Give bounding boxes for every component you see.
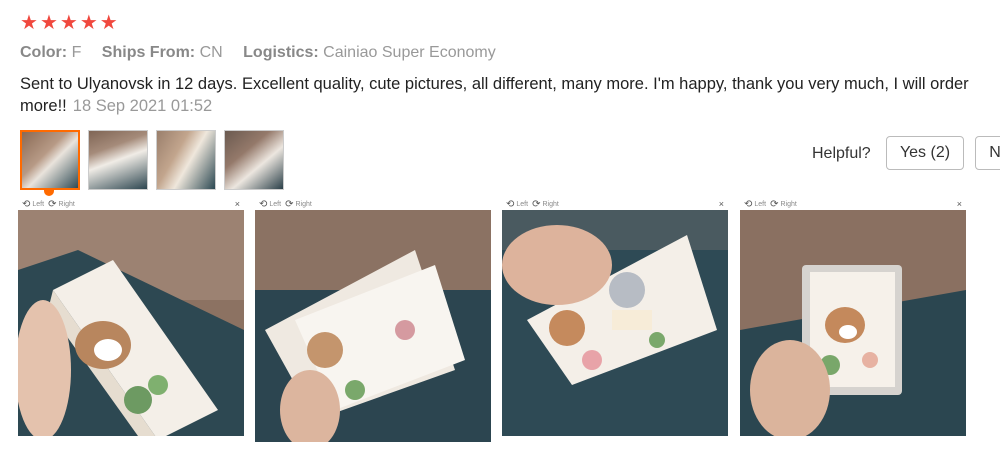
- logistics-label: Logistics:: [243, 44, 319, 61]
- close-icon[interactable]: ×: [235, 199, 240, 209]
- rotate-left-label: Left: [269, 200, 282, 208]
- photo-thumbnails: [20, 130, 284, 190]
- viewer-toolbar: ⟲ Left ⟳ Right ×: [18, 198, 244, 210]
- rotate-right-icon: ⟳: [770, 198, 779, 210]
- review-photo-4[interactable]: [740, 210, 966, 436]
- ships-from-value: CN: [199, 44, 223, 61]
- rotate-left-icon: ⟲: [506, 198, 515, 210]
- rotate-left-label: Left: [32, 200, 45, 208]
- review-photo-3[interactable]: [502, 210, 728, 436]
- star-icon: ★: [59, 12, 78, 34]
- helpful-yes-button[interactable]: Yes (2): [886, 136, 964, 170]
- logistics-value: Cainiao Super Economy: [323, 44, 496, 61]
- rotate-left-icon: ⟲: [259, 198, 268, 210]
- viewer-toolbar: ⟲ Left ⟳ Right: [255, 198, 491, 210]
- review-body: Sent to Ulyanovsk in 12 days. Excellent …: [20, 73, 980, 117]
- ships-from-label: Ships From:: [101, 44, 196, 61]
- rotate-left-control[interactable]: ⟲ Left: [744, 199, 766, 210]
- image-viewer-3: ⟲ Left ⟳ Right ×: [502, 198, 728, 438]
- review-photo-1[interactable]: [18, 210, 244, 436]
- rotate-left-control[interactable]: ⟲ Left: [259, 199, 281, 210]
- thumbnail-1[interactable]: [20, 130, 80, 190]
- rotate-left-control[interactable]: ⟲ Left: [22, 199, 44, 210]
- star-icon: ★: [99, 12, 118, 34]
- thumbnail-2[interactable]: [88, 130, 148, 190]
- image-viewer-4: ⟲ Left ⟳ Right ×: [740, 198, 966, 438]
- active-thumbnail-indicator: [44, 190, 54, 196]
- rotate-right-label: Right: [58, 200, 75, 208]
- rotate-right-label: Right: [295, 200, 312, 208]
- rating-stars: ★ ★ ★ ★ ★: [20, 12, 118, 34]
- rotate-right-icon: ⟳: [532, 198, 541, 210]
- thumbnail-4[interactable]: [224, 130, 284, 190]
- color-label: Color:: [20, 44, 68, 61]
- helpful-no-button[interactable]: N: [975, 136, 1000, 170]
- rotate-left-control[interactable]: ⟲ Left: [506, 199, 528, 210]
- color-value: F: [71, 44, 82, 61]
- rotate-left-icon: ⟲: [744, 198, 753, 210]
- review-meta: Color: F Ships From: CN Logistics: Caini…: [20, 44, 512, 62]
- close-icon[interactable]: ×: [719, 199, 724, 209]
- thumbnail-3[interactable]: [156, 130, 216, 190]
- rotate-left-icon: ⟲: [22, 198, 31, 210]
- rotate-left-label: Left: [516, 200, 529, 208]
- review-photo-2[interactable]: [255, 210, 491, 442]
- rotate-right-control[interactable]: ⟳ Right: [48, 199, 75, 210]
- rotate-right-control[interactable]: ⟳ Right: [285, 199, 312, 210]
- rotate-right-icon: ⟳: [48, 198, 57, 210]
- image-viewer-1: ⟲ Left ⟳ Right ×: [18, 198, 244, 438]
- helpful-label: Helpful?: [812, 145, 871, 162]
- star-icon: ★: [79, 12, 98, 34]
- close-icon[interactable]: ×: [957, 199, 962, 209]
- rotate-right-label: Right: [780, 200, 797, 208]
- rotate-right-control[interactable]: ⟳ Right: [532, 199, 559, 210]
- review-date: 18 Sep 2021 01:52: [72, 97, 213, 115]
- star-icon: ★: [39, 12, 58, 34]
- image-viewer-2: ⟲ Left ⟳ Right: [255, 198, 491, 443]
- star-icon: ★: [20, 12, 38, 34]
- rotate-right-control[interactable]: ⟳ Right: [770, 199, 797, 210]
- rotate-left-label: Left: [754, 200, 767, 208]
- viewer-toolbar: ⟲ Left ⟳ Right ×: [502, 198, 728, 210]
- rotate-right-label: Right: [542, 200, 559, 208]
- rotate-right-icon: ⟳: [285, 198, 294, 210]
- viewer-toolbar: ⟲ Left ⟳ Right ×: [740, 198, 966, 210]
